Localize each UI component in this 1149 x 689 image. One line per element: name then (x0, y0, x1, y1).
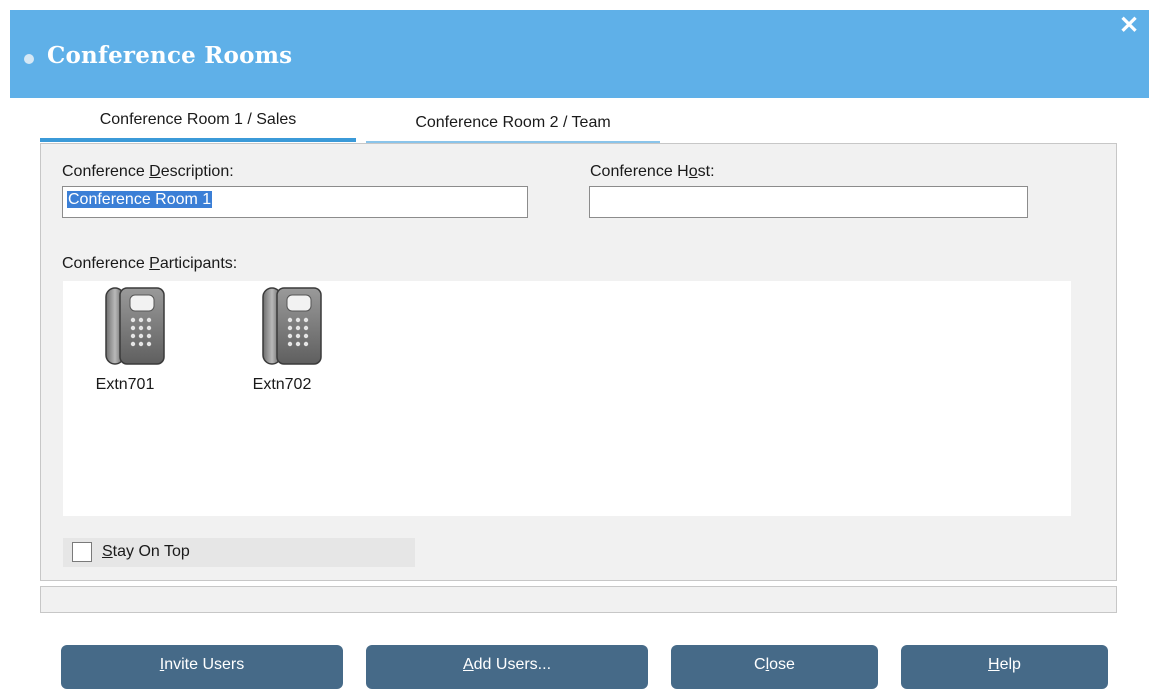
invite-users-button[interactable]: Invite Users (61, 645, 343, 689)
title-bullet-icon (24, 54, 34, 64)
close-window-icon[interactable]: ✕ (1116, 13, 1142, 39)
host-label: Conference Host: (590, 163, 715, 180)
participants-list[interactable]: Extn701 Extn702 (63, 281, 1071, 516)
host-input[interactable] (589, 186, 1028, 218)
description-input[interactable]: Conference Room 1 (62, 186, 528, 218)
desk-phone-icon (262, 287, 322, 365)
participant-extn702[interactable]: Extn702 (237, 285, 327, 394)
participants-label: Conference Participants: (62, 255, 238, 272)
description-label: Conference Description: (62, 163, 234, 180)
desk-phone-icon (105, 287, 165, 365)
status-bar (40, 586, 1117, 613)
add-users-button[interactable]: Add Users... (366, 645, 648, 689)
stay-on-top-label: Stay On Top (102, 543, 190, 560)
tab-conference-room-2[interactable]: Conference Room 2 / Team (366, 103, 660, 143)
participant-extn701[interactable]: Extn701 (80, 285, 170, 394)
stay-on-top-option[interactable]: Stay On Top (63, 538, 415, 567)
close-button[interactable]: Close (671, 645, 878, 689)
window-titlebar: Conference Rooms (10, 10, 1149, 98)
help-button[interactable]: Help (901, 645, 1108, 689)
participant-name: Extn702 (252, 376, 312, 393)
stay-on-top-checkbox[interactable] (72, 542, 92, 562)
window-title: Conference Rooms (47, 42, 293, 69)
participant-name: Extn701 (95, 376, 155, 393)
tab-conference-room-1[interactable]: Conference Room 1 / Sales (40, 100, 356, 142)
